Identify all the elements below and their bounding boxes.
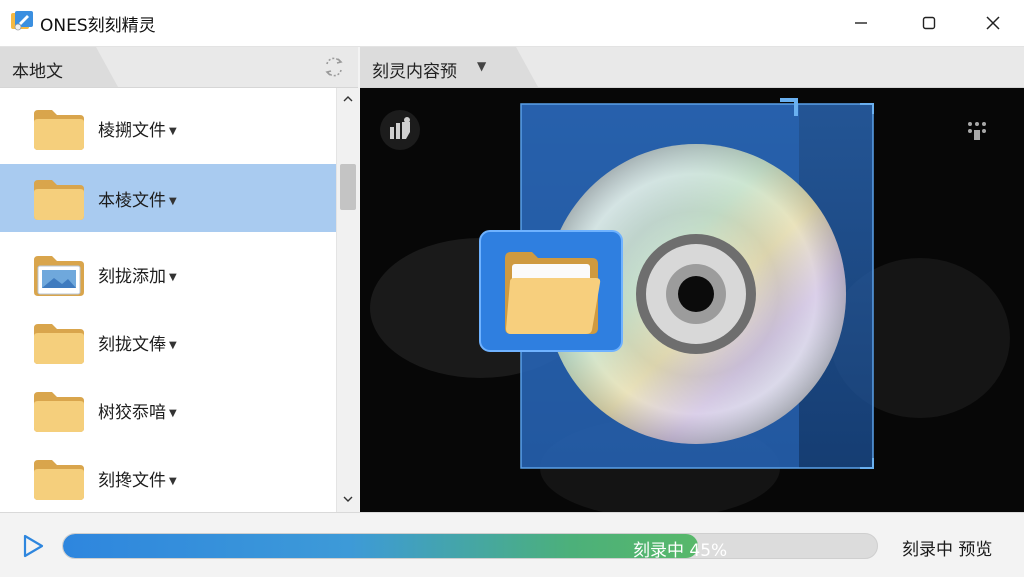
- folder-icon: [34, 324, 84, 364]
- folder-icon: [34, 392, 84, 432]
- list-item-folder-2[interactable]: 本棱文件 ▼: [0, 164, 336, 232]
- status-bar: 刻录中 45% 刻录中 预览: [0, 512, 1024, 577]
- title-bar: ONES刻刻精灵: [0, 0, 1024, 47]
- scroll-thumb[interactable]: [340, 164, 356, 210]
- folder-icon: [34, 460, 84, 500]
- folder-name: 刻拢文俸 ▼: [98, 335, 177, 355]
- chevron-down-icon: ▼: [169, 196, 177, 207]
- burn-progress-fill: [63, 534, 698, 558]
- chevron-up-icon[interactable]: [341, 92, 355, 106]
- disc-burn-illustration: [370, 98, 1010, 512]
- chevron-down-icon: ▼: [169, 272, 177, 283]
- close-icon: [986, 16, 1000, 30]
- list-item-folder-3[interactable]: 刻拢添加 ▼: [0, 240, 336, 308]
- list-item-folder-4[interactable]: 刻拢文俸 ▼: [0, 308, 336, 376]
- app-logo-icon: [11, 11, 33, 31]
- folder-icon: [34, 180, 84, 220]
- folder-name: 本棱文件 ▼: [98, 191, 177, 211]
- folder-icon: [34, 110, 84, 150]
- list-item-folder-1[interactable]: 棱搠文件 ▼: [0, 94, 336, 162]
- burn-preview-canvas: [360, 88, 1024, 512]
- chevron-down-icon: ▼: [169, 408, 177, 419]
- chevron-down-icon: ▼: [169, 126, 177, 137]
- list-item-folder-5[interactable]: 树狡忝喑 ▼: [0, 376, 336, 444]
- refresh-icon[interactable]: [322, 55, 346, 79]
- folder-name: 刻搀文件 ▼: [98, 471, 177, 491]
- dropdown-caret-icon: ▼: [477, 59, 487, 73]
- chevron-down-icon[interactable]: [341, 492, 355, 506]
- tab-local-files-label: 本地文: [12, 62, 63, 82]
- folder-image-icon: [34, 256, 84, 296]
- burn-preview-header: 刻灵内容预 ▼: [360, 47, 1024, 88]
- burn-preview-label[interactable]: 刻录中 预览: [902, 535, 992, 560]
- more-options-icon[interactable]: [962, 116, 992, 146]
- file-list-scrollbar[interactable]: [336, 88, 359, 512]
- app-title: ONES刻刻精灵: [40, 16, 156, 36]
- progress-percent-text: 45%: [689, 541, 728, 559]
- tab-local-files[interactable]: 本地文: [0, 47, 118, 87]
- folder-name: 刻拢添加 ▼: [98, 267, 177, 287]
- minimize-icon: [855, 22, 867, 24]
- chevron-down-icon: ▼: [169, 340, 177, 351]
- folder-name: 棱搠文件 ▼: [98, 121, 177, 141]
- file-list: 棱搠文件 ▼ 本棱文件 ▼ 刻拢添加 ▼ 刻拢文俸 ▼ 树狡忝喑 ▼ 刻搀文件 …: [0, 88, 336, 512]
- folder-name: 树狡忝喑 ▼: [98, 403, 177, 423]
- maximize-icon: [922, 16, 936, 30]
- burn-progress-label: 刻录中 45%: [633, 536, 728, 559]
- burn-progress-bar: 刻录中 45%: [62, 533, 878, 559]
- close-button[interactable]: [970, 6, 1016, 40]
- list-item-folder-6[interactable]: 刻搀文件 ▼: [0, 444, 336, 512]
- burn-tool-icon: [390, 117, 410, 139]
- tab-burn-content-preview-label: 刻灵内容预: [372, 62, 457, 82]
- maximize-button[interactable]: [906, 6, 952, 40]
- play-icon[interactable]: [20, 533, 46, 559]
- chevron-down-icon: ▼: [169, 476, 177, 487]
- local-files-header: 本地文: [0, 47, 358, 88]
- progress-status-text: 刻录中: [633, 541, 684, 559]
- burn-tool-button[interactable]: [380, 110, 420, 150]
- tab-burn-content-preview[interactable]: 刻灵内容预 ▼: [360, 47, 538, 87]
- minimize-button[interactable]: [838, 6, 884, 40]
